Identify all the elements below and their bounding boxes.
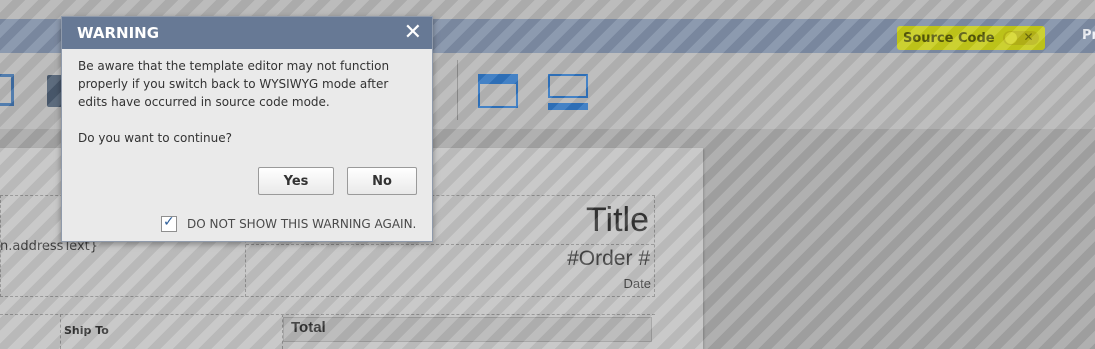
table-divider	[60, 314, 62, 349]
total-label: Total	[291, 319, 326, 336]
layout-box-icon	[548, 74, 588, 98]
toggle-x-icon: ✕	[1023, 30, 1034, 44]
warning-dialog: WARNING ✕ Be aware that the template edi…	[61, 16, 433, 242]
date-label: Date	[623, 276, 651, 291]
template-editor: Source Code ✕ Pr n.addressText} Title #O…	[0, 0, 1095, 349]
dont-show-option[interactable]: ✓ DO NOT SHOW THIS WARNING AGAIN.	[161, 214, 416, 232]
dialog-title: WARNING	[77, 24, 160, 42]
yes-button[interactable]: Yes	[258, 167, 334, 195]
header-right-text[interactable]: Pr	[1082, 28, 1095, 43]
header-bar-icon	[480, 76, 516, 84]
dialog-question: Do you want to continue?	[78, 131, 232, 145]
order-number: #Order #	[567, 247, 650, 270]
header-layout-icon[interactable]	[478, 74, 518, 108]
dont-show-label[interactable]: DO NOT SHOW THIS WARNING AGAIN.	[187, 217, 416, 231]
toggle-switch[interactable]: ✕	[1002, 30, 1039, 45]
checkmark-icon: ✓	[163, 214, 175, 230]
footer-bar-icon	[548, 103, 588, 110]
document-title: Title	[586, 201, 649, 239]
ship-to-label: Ship To	[64, 324, 109, 337]
close-icon[interactable]: ✕	[404, 20, 422, 45]
dialog-message: Be aware that the template editor may no…	[78, 59, 390, 109]
layout-icon[interactable]	[0, 74, 14, 106]
toolbar-divider	[457, 60, 458, 120]
checkbox-icon[interactable]: ✓	[161, 214, 177, 232]
toggle-knob	[1004, 32, 1017, 44]
footer-layout-icon[interactable]	[548, 74, 588, 110]
source-code-label: Source Code	[903, 30, 995, 46]
source-code-toggle[interactable]: Source Code ✕	[897, 26, 1045, 50]
no-button[interactable]: No	[347, 167, 417, 195]
divider	[246, 244, 654, 246]
total-cell	[283, 317, 652, 342]
